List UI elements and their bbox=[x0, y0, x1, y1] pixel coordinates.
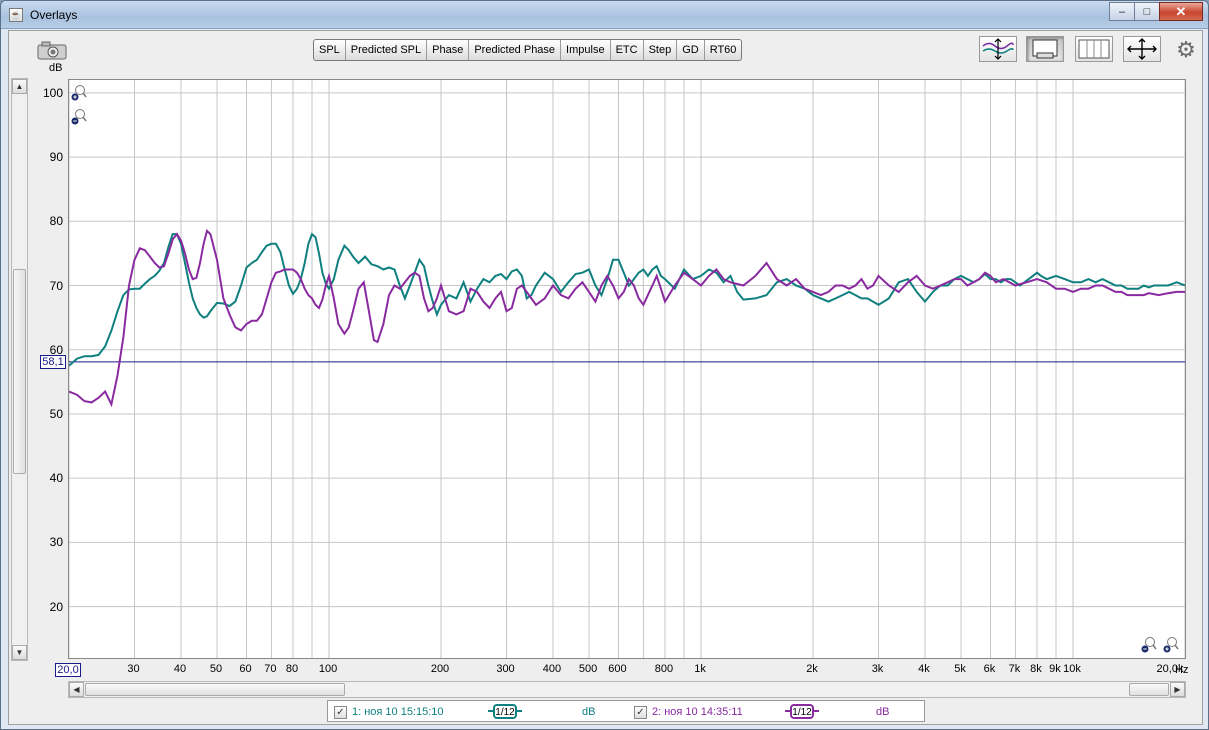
maximize-button[interactable]: □ bbox=[1134, 2, 1160, 21]
graph-type-tabs: SPL Predicted SPL Phase Predicted Phase … bbox=[313, 39, 743, 61]
x-tick-label: 1k bbox=[694, 663, 706, 675]
series-2-smoothing[interactable]: 1/12 bbox=[785, 704, 819, 719]
x-tick-label: 400 bbox=[542, 663, 562, 675]
grid-lines-icon bbox=[1078, 39, 1110, 59]
x-tick-label: 8k bbox=[1030, 663, 1042, 675]
y-tick-label: 100 bbox=[42, 85, 63, 100]
window-controls: – □ ✕ bbox=[1109, 2, 1203, 22]
series-2-smoothing-label: 1/12 bbox=[792, 707, 812, 718]
y-tick-label: 30 bbox=[49, 535, 63, 550]
traces-arrange-button[interactable] bbox=[979, 36, 1017, 62]
grid-lines bbox=[69, 80, 1185, 658]
traces-arrange-icon bbox=[982, 38, 1014, 60]
x-tick-label: 80 bbox=[285, 663, 299, 675]
x-tick-label: 200 bbox=[430, 663, 450, 675]
java-app-icon: ☕ bbox=[9, 8, 23, 22]
x-tick-label: 3k bbox=[871, 663, 884, 675]
y-axis-unit: dB bbox=[49, 62, 63, 74]
tab-predicted-spl[interactable]: Predicted SPL bbox=[346, 40, 428, 60]
y-tick-label: 20 bbox=[49, 599, 63, 614]
horizontal-scroll-thumb[interactable] bbox=[85, 683, 345, 696]
series-1-label: 1: ноя 10 15:15:10 bbox=[352, 706, 444, 718]
series-2-checkbox[interactable]: ✓ bbox=[634, 705, 647, 719]
vertical-scrollbar[interactable]: ▲ ▼ bbox=[11, 78, 28, 661]
x-zoom-out-icon[interactable] bbox=[1141, 636, 1157, 654]
measurement-legend: ✓ 1: ноя 10 15:15:10 1/12 dB ✓ 2: ноя 10… bbox=[327, 700, 925, 722]
scroll-right-arrow-icon[interactable]: ▶ bbox=[1170, 682, 1185, 697]
y-tick-label: 80 bbox=[49, 214, 63, 229]
series-1-smoothing[interactable]: 1/12 bbox=[488, 704, 522, 719]
series-1-checkbox[interactable]: ✓ bbox=[334, 705, 347, 719]
series-1-smoothing-label: 1/12 bbox=[495, 707, 515, 718]
zoom-in-icon[interactable] bbox=[71, 84, 87, 102]
series-2-unit: dB bbox=[876, 706, 890, 718]
x-tick-label: 10k bbox=[1063, 663, 1081, 675]
x-tick-label: 100 bbox=[318, 663, 338, 675]
x-tick-label: 300 bbox=[496, 663, 515, 675]
tab-rt60[interactable]: RT60 bbox=[705, 40, 742, 60]
x-tick-label: 60 bbox=[239, 663, 252, 675]
tab-impulse[interactable]: Impulse bbox=[561, 40, 611, 60]
y-tick-label: 40 bbox=[49, 471, 63, 486]
window-title: Overlays bbox=[30, 8, 78, 22]
spl-plot-area[interactable] bbox=[68, 79, 1186, 659]
tab-gd[interactable]: GD bbox=[677, 40, 705, 60]
x-tick-label: 40 bbox=[173, 663, 187, 675]
cursor-level-label[interactable]: 58,1 bbox=[40, 354, 66, 369]
x-tick-label: 6k bbox=[983, 663, 996, 675]
legend-item-1[interactable]: ✓ 1: ноя 10 15:15:10 bbox=[334, 704, 444, 720]
gear-icon[interactable]: ⚙ bbox=[1174, 38, 1198, 62]
close-button[interactable]: ✕ bbox=[1159, 2, 1203, 21]
expand-axes-button[interactable] bbox=[1123, 36, 1161, 62]
tab-etc[interactable]: ETC bbox=[611, 40, 644, 60]
y-tick-label: 90 bbox=[49, 150, 63, 165]
x-tick-label: 30 bbox=[127, 663, 140, 675]
tab-predicted-phase[interactable]: Predicted Phase bbox=[469, 40, 562, 60]
x-tick-label: 600 bbox=[608, 663, 627, 675]
y-tick-label: 70 bbox=[49, 278, 63, 293]
x-axis-unit: Hz bbox=[1175, 664, 1189, 676]
scroll-up-arrow-icon[interactable]: ▲ bbox=[12, 79, 27, 94]
x-tick-label: 2k bbox=[806, 663, 818, 675]
x-tick-label: 800 bbox=[654, 663, 674, 675]
series-1-trace bbox=[69, 232, 1185, 367]
overlay-panel: SPL Predicted SPL Phase Predicted Phase … bbox=[8, 30, 1203, 725]
tab-phase[interactable]: Phase bbox=[427, 40, 470, 60]
horizontal-scroll-track-right bbox=[1129, 683, 1169, 696]
x-tick-label: 5k bbox=[954, 663, 966, 675]
camera-icon[interactable] bbox=[36, 39, 68, 61]
overlays-window: ☕ Overlays – □ ✕ SPL Predicted SPL Phase… bbox=[0, 0, 1209, 730]
scroll-down-arrow-icon[interactable]: ▼ bbox=[12, 645, 27, 660]
horizontal-scrollbar[interactable]: ◀ ▶ bbox=[68, 681, 1186, 698]
series-2-label: 2: ноя 10 14:35:11 bbox=[652, 706, 743, 718]
vertical-scroll-thumb[interactable] bbox=[13, 269, 26, 474]
y-tick-label: 50 bbox=[49, 406, 63, 421]
series-2-trace bbox=[69, 229, 1185, 408]
title-bar: ☕ Overlays – □ ✕ bbox=[1, 1, 1208, 29]
grid-lines-button[interactable] bbox=[1075, 36, 1113, 62]
zoom-out-icon[interactable] bbox=[71, 108, 87, 126]
tab-spl[interactable]: SPL bbox=[314, 40, 346, 60]
display-controls-button[interactable] bbox=[1026, 36, 1064, 62]
x-tick-label: 500 bbox=[578, 663, 598, 675]
tab-step[interactable]: Step bbox=[644, 40, 678, 60]
x-axis-labels: 30 40 50 60 70 80 100 200 300 400 500 600 800 1k 2k 3k 4… bbox=[68, 663, 1186, 679]
x-tick-label: 9k bbox=[1049, 663, 1061, 675]
x-tick-label: 7k bbox=[1008, 663, 1021, 675]
legend-item-2[interactable]: ✓ 2: ноя 10 14:35:11 bbox=[634, 704, 743, 720]
spl-chart[interactable] bbox=[69, 80, 1185, 658]
x-tick-label: 4k bbox=[918, 663, 930, 675]
x-tick-label: 50 bbox=[209, 663, 223, 675]
expand-axes-icon bbox=[1127, 38, 1157, 60]
x-zoom-in-icon[interactable] bbox=[1163, 636, 1179, 654]
scroll-left-arrow-icon[interactable]: ◀ bbox=[69, 682, 84, 697]
y-axis-labels: 20 30 40 50 60 70 80 90 100 bbox=[29, 79, 65, 659]
series-1-unit: dB bbox=[582, 706, 596, 718]
display-controls-icon bbox=[1032, 39, 1058, 59]
minimize-button[interactable]: – bbox=[1109, 2, 1135, 21]
x-tick-label: 70 bbox=[264, 663, 277, 675]
